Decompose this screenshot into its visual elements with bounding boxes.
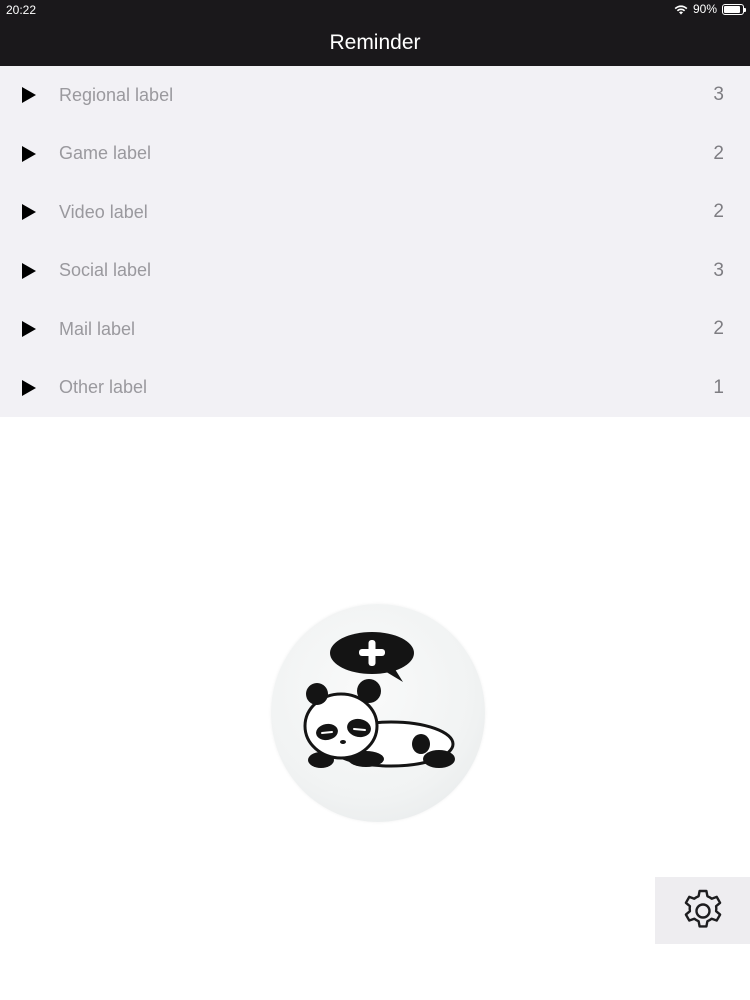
label-name: Video label — [59, 201, 148, 222]
panda-add-icon — [303, 632, 455, 768]
label-count: 1 — [713, 376, 724, 398]
label-name: Social label — [59, 260, 152, 281]
label-row-regional[interactable]: Regional label 3 — [0, 66, 750, 125]
label-row-mail[interactable]: Mail label 2 — [0, 300, 750, 359]
label-count: 2 — [713, 318, 724, 340]
page-title: Reminder — [329, 31, 421, 54]
status-time: 20:22 — [6, 3, 37, 17]
battery-level-fill — [724, 5, 741, 13]
add-reminder-button[interactable] — [271, 604, 485, 822]
label-count: 3 — [713, 259, 724, 281]
label-count: 2 — [713, 201, 724, 223]
label-name: Other label — [59, 377, 148, 398]
label-row-social[interactable]: Social label 3 — [0, 242, 750, 301]
status-indicators: 90% — [674, 2, 746, 16]
nav-bar: Reminder — [0, 20, 750, 66]
label-row-video[interactable]: Video label 2 — [0, 183, 750, 242]
status-bar: 20:22 90% — [0, 0, 750, 20]
label-row-other[interactable]: Other label 1 — [0, 359, 750, 418]
label-name: Regional label — [59, 84, 174, 105]
label-name: Mail label — [59, 318, 136, 339]
play-triangle-icon — [22, 145, 36, 162]
wifi-icon — [674, 4, 688, 14]
battery-icon — [722, 3, 746, 15]
play-triangle-icon — [22, 321, 36, 338]
label-list: Regional label 3 Game label 2 Video labe… — [0, 66, 750, 417]
gear-icon — [684, 889, 721, 928]
play-triangle-icon — [22, 379, 36, 396]
play-triangle-icon — [22, 204, 36, 221]
play-triangle-icon — [22, 262, 36, 279]
label-name: Game label — [59, 143, 152, 164]
label-count: 2 — [713, 142, 724, 164]
battery-percent: 90% — [692, 2, 717, 16]
settings-button[interactable] — [655, 877, 750, 944]
label-row-game[interactable]: Game label 2 — [0, 125, 750, 184]
label-count: 3 — [713, 84, 724, 106]
play-triangle-icon — [22, 87, 36, 104]
